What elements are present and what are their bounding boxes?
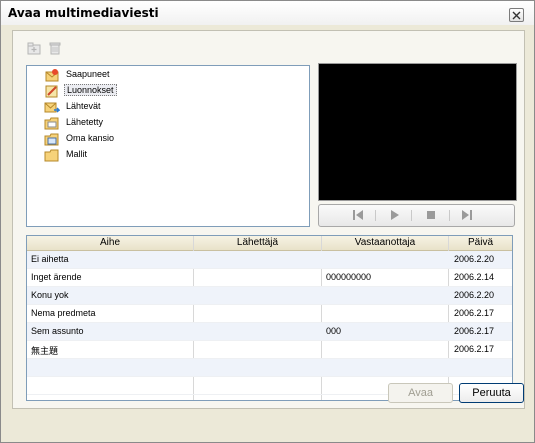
table-row[interactable]: 無主題 2006.2.17 xyxy=(27,341,512,359)
cell-subject: Inget ärende xyxy=(31,272,82,282)
cell-date: 2006.2.20 xyxy=(454,254,495,264)
cell-subject: Konu yok xyxy=(31,290,69,300)
open-button[interactable]: Avaa xyxy=(388,383,453,403)
controls-divider xyxy=(449,210,450,221)
dialog-title: Avaa multimediaviesti xyxy=(8,6,159,20)
folder-label: Oma kansio xyxy=(66,133,115,143)
cell-date: 2006.2.17 xyxy=(454,326,495,336)
message-table[interactable]: Aihe Lähettäjä Vastaanottaja Päivä Ei ai… xyxy=(26,235,513,401)
folder-label: Lähetetty xyxy=(66,117,104,127)
title-bar: Avaa multimediaviesti xyxy=(1,1,534,25)
column-header-recipient[interactable]: Vastaanottaja xyxy=(322,237,448,248)
close-icon xyxy=(512,11,521,20)
cell-subject: Ei aihetta xyxy=(31,254,69,264)
column-header-date[interactable]: Päivä xyxy=(449,237,512,248)
column-header-subject[interactable]: Aihe xyxy=(27,237,193,248)
new-folder-icon[interactable] xyxy=(27,41,41,55)
controls-divider xyxy=(375,210,376,221)
table-row[interactable]: Nema predmeta 2006.2.17 xyxy=(27,305,512,323)
dialog-window: Avaa multimediaviesti Saapuneet Luonnoks… xyxy=(0,0,535,443)
outbox-icon xyxy=(44,102,60,113)
folder-label: Lähtevät xyxy=(66,101,101,111)
trash-icon[interactable] xyxy=(48,41,62,55)
drafts-icon xyxy=(45,85,58,98)
dialog-content: Saapuneet Luonnokset Lähtevät Lähetetty … xyxy=(12,30,525,409)
folder-label: Luonnokset xyxy=(64,84,117,96)
templates-folder-icon xyxy=(44,149,59,162)
cancel-button[interactable]: Peruuta xyxy=(459,383,524,403)
sent-icon xyxy=(44,117,59,130)
cell-date: 2006.2.17 xyxy=(454,308,495,318)
table-header: Aihe Lähettäjä Vastaanottaja Päivä xyxy=(27,236,512,251)
cell-date: 2006.2.20 xyxy=(454,290,495,300)
cell-subject: Sem assunto xyxy=(31,326,84,336)
table-row[interactable]: Sem assunto 000 2006.2.17 xyxy=(27,323,512,341)
table-row[interactable]: Ei aihetta 2006.2.20 xyxy=(27,251,512,269)
stop-icon[interactable] xyxy=(425,209,437,221)
media-preview xyxy=(318,63,517,201)
inbox-icon xyxy=(45,69,59,82)
folder-label: Saapuneet xyxy=(66,69,110,79)
table-row-empty xyxy=(27,359,512,377)
cell-subject: 無主題 xyxy=(31,346,59,356)
close-button[interactable] xyxy=(509,8,524,22)
cell-subject: Nema predmeta xyxy=(31,308,96,318)
column-header-sender[interactable]: Lähettäjä xyxy=(194,237,321,248)
next-icon[interactable] xyxy=(461,209,473,221)
cell-recipient: 000 xyxy=(326,326,342,336)
table-row[interactable]: Konu yok 2006.2.20 xyxy=(27,287,512,305)
media-controls xyxy=(318,204,515,227)
play-icon[interactable] xyxy=(389,209,401,221)
cell-recipient: 000000000 xyxy=(326,272,372,282)
cell-date: 2006.2.17 xyxy=(454,344,495,354)
folder-label: Mallit xyxy=(66,149,88,159)
controls-divider xyxy=(411,210,412,221)
my-folder-icon xyxy=(44,133,59,146)
table-row[interactable]: Inget ärende 000000000 2006.2.14 xyxy=(27,269,512,287)
folder-tree[interactable]: Saapuneet Luonnokset Lähtevät Lähetetty … xyxy=(26,65,310,227)
cell-date: 2006.2.14 xyxy=(454,272,495,282)
previous-icon[interactable] xyxy=(352,209,364,221)
